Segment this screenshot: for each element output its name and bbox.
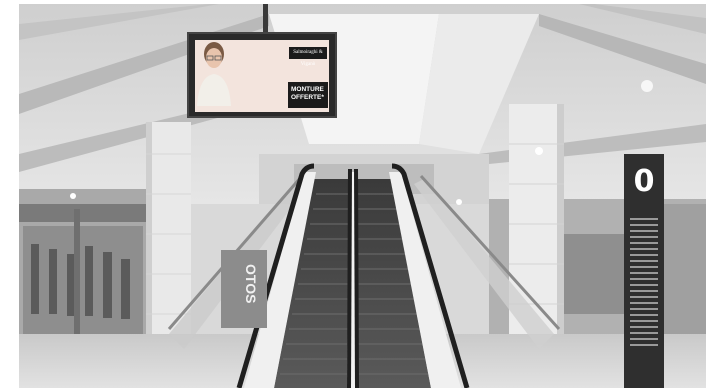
digital-billboard: Salmoiraghi & Viganò MONTURE OFFERTE* <box>187 32 337 118</box>
billboard-offer-line1: MONTURE <box>291 86 324 93</box>
directory-listing <box>630 214 658 350</box>
floor-level-number: 0 <box>633 164 655 199</box>
store-sign: OTOS <box>221 250 267 328</box>
floor-directory-sign: 0 <box>624 154 664 388</box>
billboard-offer: MONTURE OFFERTE* <box>288 82 328 108</box>
billboard-offer-line2: OFFERTE* <box>291 94 324 101</box>
billboard-brand-logo: Salmoiraghi & Viganò <box>289 47 327 67</box>
model-portrait <box>197 42 231 106</box>
mall-escalator-photo: Salmoiraghi & Viganò MONTURE OFFERTE* OT… <box>19 4 706 388</box>
billboard-screen: Salmoiraghi & Viganò MONTURE OFFERTE* <box>195 40 329 112</box>
scene-drawing <box>19 4 706 388</box>
store-sign-text: OTOS <box>243 264 259 304</box>
